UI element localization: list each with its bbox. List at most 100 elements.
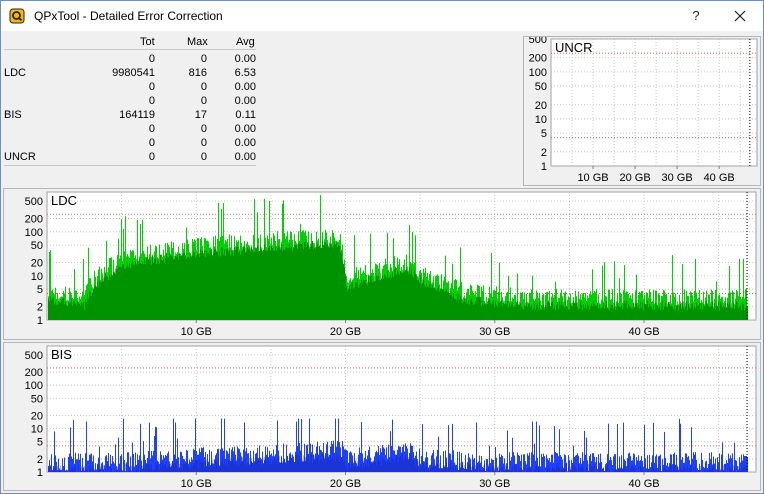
data-bar-core	[360, 464, 361, 472]
data-bar-core	[70, 302, 71, 320]
data-bar-core	[572, 465, 573, 472]
data-bar-core	[206, 459, 207, 472]
ldc-chart: 50020010050201052110 GB 20 GB 30 GB 40 GBLD…	[25, 191, 757, 338]
row-avg: 0.00	[234, 53, 256, 65]
data-bar-core	[161, 259, 162, 320]
title-bar[interactable]: QPxTool - Detailed Error Correction ?	[1, 1, 763, 31]
data-bar-core	[719, 310, 720, 320]
data-bar-core	[64, 304, 65, 320]
data-bar-core	[254, 251, 255, 320]
data-bar-core	[694, 306, 695, 320]
data-bar-core	[56, 304, 57, 320]
data-bar-core	[356, 282, 357, 320]
data-bar-core	[509, 300, 510, 320]
data-bar-core	[523, 471, 524, 472]
data-bar-core	[631, 465, 632, 472]
data-bar-core	[560, 469, 561, 472]
data-bar-core	[83, 469, 84, 472]
data-bar-core	[171, 255, 172, 320]
data-bar-core	[443, 465, 444, 472]
data-bar-core	[381, 465, 382, 472]
data-bar-core	[666, 469, 667, 472]
data-bar-core	[439, 463, 440, 472]
data-bar-core	[441, 288, 442, 320]
summary-row-ldc: LDC 9980541 816 6.53	[4, 67, 259, 81]
data-bar-core	[102, 466, 103, 472]
data-bar-core	[219, 252, 220, 320]
data-bar-core	[537, 303, 538, 320]
y-tick-label: 5	[541, 128, 547, 140]
data-bar-core	[244, 463, 245, 472]
data-bar-core	[326, 458, 327, 472]
data-bar-core	[252, 462, 253, 472]
data-bar-core	[282, 250, 283, 320]
data-bar-core	[448, 463, 449, 472]
data-bar-core	[268, 460, 269, 472]
data-bar-core	[530, 306, 531, 320]
data-bar-core	[283, 462, 284, 472]
data-bar-core	[395, 458, 396, 472]
help-button[interactable]: ?	[681, 6, 711, 26]
data-bar-core	[549, 468, 550, 472]
data-bar-core	[365, 463, 366, 472]
data-bar	[644, 424, 645, 472]
data-bar-core	[297, 244, 298, 320]
data-bar-core	[488, 464, 489, 472]
data-bar-core	[669, 467, 670, 472]
data-bar-core	[389, 462, 390, 472]
data-bar-core	[735, 305, 736, 320]
data-bar-core	[648, 469, 649, 472]
data-bar-core	[258, 251, 259, 320]
data-bar-core	[120, 266, 121, 320]
data-bar-core	[472, 302, 473, 320]
data-bar-core	[269, 465, 270, 472]
data-bar-core	[374, 276, 375, 320]
data-bar-core	[291, 454, 292, 472]
data-bar-core	[49, 466, 50, 472]
data-bar-core	[701, 303, 702, 320]
data-bar-core	[442, 289, 443, 320]
data-bar-core	[98, 286, 99, 320]
data-bar-core	[644, 303, 645, 320]
data-bar-core	[322, 454, 323, 472]
data-bar-core	[570, 466, 571, 472]
data-bar-core	[616, 469, 617, 472]
data-bar-core	[722, 465, 723, 472]
data-bar-core	[217, 251, 218, 320]
data-bar-core	[646, 303, 647, 320]
data-bar	[601, 461, 602, 472]
data-bar	[452, 423, 453, 472]
data-bar-core	[266, 461, 267, 472]
data-bar-core	[660, 465, 661, 472]
data-bar-core	[585, 471, 586, 472]
close-button[interactable]	[725, 6, 755, 26]
data-bar-core	[353, 288, 354, 320]
data-bar-core	[150, 260, 151, 320]
data-bar-core	[314, 243, 315, 320]
data-bar	[555, 452, 556, 472]
data-bar-core	[428, 287, 429, 320]
data-bar-core	[88, 298, 89, 320]
summary-row: 0 0 0.00	[4, 81, 259, 95]
data-bar	[679, 418, 680, 472]
data-bar-core	[226, 249, 227, 320]
data-bar-core	[76, 305, 77, 320]
data-bar-core	[414, 459, 415, 472]
data-bar-core	[142, 465, 143, 472]
data-bar	[177, 438, 178, 472]
data-bar-core	[579, 467, 580, 472]
data-bar-core	[387, 270, 388, 320]
data-bar-core	[536, 305, 537, 320]
data-bar-core	[235, 246, 236, 320]
data-bar-core	[241, 252, 242, 320]
data-bar-core	[724, 307, 725, 320]
data-bar-core	[532, 309, 533, 320]
data-bar-core	[359, 284, 360, 320]
data-bar-core	[616, 306, 617, 320]
x-tick-label: 20 GB	[619, 172, 650, 184]
data-bar-core	[548, 464, 549, 472]
data-bar-core	[53, 467, 54, 472]
y-tick-label: 100	[25, 227, 43, 239]
data-bar-core	[216, 460, 217, 472]
data-bar	[114, 463, 115, 472]
